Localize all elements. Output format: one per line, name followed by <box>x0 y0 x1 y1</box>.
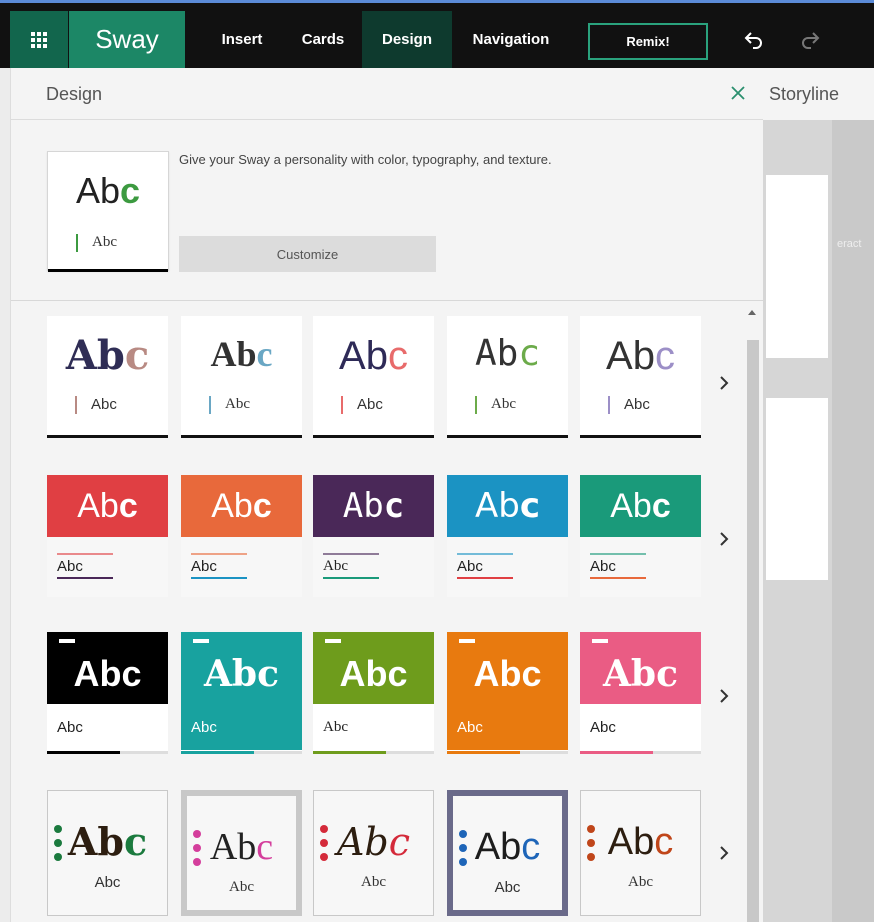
design-description: Give your Sway a personality with color,… <box>179 152 552 167</box>
current-style-preview[interactable]: Abc Abc <box>47 151 169 272</box>
customize-button[interactable]: Customize <box>179 236 436 272</box>
storyline-card[interactable] <box>766 175 828 358</box>
style-card[interactable]: Abc Abc <box>580 632 701 754</box>
storyline-card[interactable] <box>766 398 828 580</box>
style-small-text: Abc <box>491 396 516 412</box>
style-card[interactable]: Abc Abc <box>47 790 168 916</box>
style-small-text: Abc <box>590 719 616 736</box>
style-big-text: Abc <box>607 821 674 863</box>
style-card[interactable]: Abc Abc <box>580 475 701 597</box>
style-small-text: Abc <box>494 879 521 896</box>
style-big-text: Abc <box>473 653 542 694</box>
storyline-tab[interactable]: Storyline <box>769 84 839 105</box>
style-card[interactable]: Abc Abc <box>447 790 568 916</box>
style-card[interactable]: Abc Abc <box>580 790 701 916</box>
current-style-small-text: Abc <box>92 234 117 250</box>
storyline-text: eract <box>837 238 862 250</box>
design-panel: Design Abc Abc Give your Sway a personal… <box>10 68 764 922</box>
panel-title: Design <box>46 84 103 104</box>
style-card[interactable]: Abc Abc <box>580 316 701 438</box>
style-big-text: Abc <box>610 487 671 525</box>
style-card[interactable]: Abc Abc <box>47 316 168 438</box>
style-small-text: Abc <box>225 396 250 412</box>
design-panel-header: Design <box>11 68 764 120</box>
style-small-text: Abc <box>590 558 616 575</box>
style-big-text: Abc <box>77 487 138 525</box>
style-card[interactable]: Abc Abc <box>447 316 568 438</box>
style-big-text: Abc <box>339 334 408 378</box>
style-small-text: Abc <box>57 719 83 736</box>
chevron-right-icon[interactable] <box>715 685 733 707</box>
style-big-text: Abc <box>67 819 148 864</box>
style-card[interactable]: Abc Abc <box>447 475 568 597</box>
chevron-right-icon[interactable] <box>715 528 733 550</box>
style-card[interactable]: Abc Abc <box>181 790 302 916</box>
style-card[interactable]: Abc Abc <box>47 475 168 597</box>
style-big-text: Abc <box>65 332 150 379</box>
style-big-text: Abc <box>474 826 541 868</box>
storyline-header: Storyline <box>763 68 874 120</box>
style-small-text: Abc <box>191 719 217 736</box>
waffle-icon <box>31 31 47 48</box>
app-toolbar: Sway Insert Cards Design Navigation Remi… <box>0 0 874 68</box>
tab-cards[interactable]: Cards <box>284 11 362 68</box>
scrollbar[interactable] <box>744 304 762 922</box>
app-name: Sway <box>69 11 185 68</box>
tab-navigation[interactable]: Navigation <box>452 11 570 68</box>
tab-insert[interactable]: Insert <box>200 11 284 68</box>
style-big-text: Abc <box>203 653 280 695</box>
style-big-text: Abc <box>73 653 142 694</box>
style-card[interactable]: Abc Abc <box>313 632 434 754</box>
style-big-text: Abc <box>342 486 405 526</box>
scroll-thumb[interactable] <box>747 340 759 922</box>
style-card[interactable]: Abc Abc <box>181 475 302 597</box>
style-card[interactable]: Abc Abc <box>47 632 168 754</box>
close-icon[interactable] <box>727 82 749 104</box>
style-small-text: Abc <box>91 396 117 413</box>
style-big-text: Abc <box>211 487 272 525</box>
chevron-right-icon[interactable] <box>715 372 733 394</box>
style-small-text: Abc <box>94 874 121 891</box>
style-card[interactable]: Abc Abc <box>313 316 434 438</box>
style-big-text: Abc <box>339 653 408 694</box>
style-card[interactable]: Abc Abc <box>313 475 434 597</box>
style-card[interactable]: Abc Abc <box>313 790 434 916</box>
style-big-text: Abc <box>336 820 411 864</box>
storyline-pane: eract <box>763 120 874 922</box>
style-big-text: Abc <box>606 334 675 378</box>
style-small-text: Abc <box>323 719 348 735</box>
scroll-up-arrow[interactable] <box>748 310 756 315</box>
current-style-big-text: Abc <box>75 170 141 211</box>
tab-design[interactable]: Design <box>362 11 452 68</box>
style-small-text: Abc <box>628 874 653 890</box>
style-small-text: Abc <box>57 558 83 575</box>
style-small-text: Abc <box>357 396 383 413</box>
style-small-text: Abc <box>229 879 254 895</box>
style-big-text: Abc <box>602 653 679 695</box>
style-card[interactable]: Abc Abc <box>181 316 302 438</box>
app-launcher-button[interactable] <box>10 11 68 68</box>
remix-button[interactable]: Remix! <box>588 23 708 60</box>
style-card[interactable]: Abc Abc <box>447 632 568 754</box>
style-small-text: Abc <box>624 396 650 413</box>
redo-icon[interactable] <box>796 25 824 55</box>
style-small-text: Abc <box>457 558 483 575</box>
chevron-right-icon[interactable] <box>715 842 733 864</box>
style-big-text: Abc <box>475 486 540 526</box>
style-big-text: Abc <box>474 333 541 374</box>
divider <box>11 300 764 301</box>
style-small-text: Abc <box>361 874 386 890</box>
style-small-text: Abc <box>323 558 348 574</box>
style-small-text: Abc <box>457 719 483 736</box>
style-big-text: Abc <box>209 826 274 868</box>
style-small-text: Abc <box>191 558 217 575</box>
style-card[interactable]: Abc Abc <box>181 632 302 754</box>
undo-icon[interactable] <box>740 25 768 55</box>
style-big-text: Abc <box>210 334 273 374</box>
